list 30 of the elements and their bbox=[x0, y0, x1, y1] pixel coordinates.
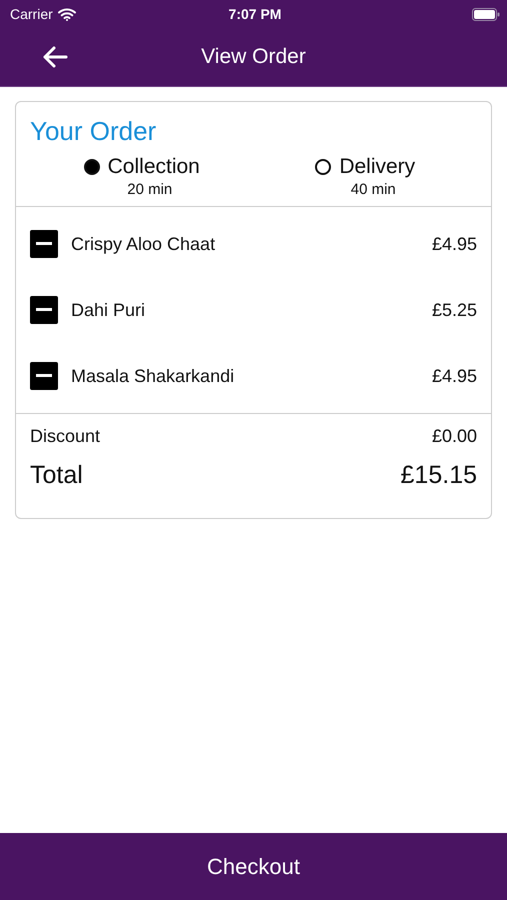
remove-button[interactable] bbox=[30, 362, 58, 390]
total-value: £15.15 bbox=[400, 461, 477, 490]
carrier-label: Carrier bbox=[10, 6, 53, 22]
discount-label: Discount bbox=[30, 426, 100, 447]
item-price: £5.25 bbox=[432, 300, 477, 320]
item-price: £4.95 bbox=[432, 234, 477, 254]
radio-option[interactable]: Collection bbox=[84, 155, 200, 179]
battery-icon bbox=[472, 8, 500, 20]
radio-button[interactable] bbox=[84, 159, 100, 175]
remove-button[interactable] bbox=[30, 230, 58, 258]
item-name: Crispy Aloo Chaat bbox=[71, 234, 216, 254]
discount-value: £0.00 bbox=[432, 426, 477, 447]
order-title: Your Order bbox=[30, 116, 158, 147]
item-price: £4.95 bbox=[432, 366, 477, 386]
item-name: Dahi Puri bbox=[71, 300, 146, 320]
wifi-icon bbox=[58, 8, 76, 20]
back-arrow-icon bbox=[42, 46, 68, 68]
time-estimate: 40 min bbox=[350, 181, 396, 198]
radio-option[interactable]: Delivery bbox=[315, 155, 416, 179]
remove-button[interactable] bbox=[30, 296, 58, 324]
minus-icon bbox=[36, 374, 52, 378]
screen-title: View Order bbox=[201, 45, 306, 69]
minus-icon bbox=[36, 308, 52, 312]
radio-button[interactable] bbox=[315, 159, 332, 175]
time-estimate: 20 min bbox=[126, 181, 172, 198]
status-time: 7:07 PM bbox=[228, 6, 282, 22]
minus-icon bbox=[36, 242, 52, 246]
item-name: Masala Shakarkandi bbox=[71, 366, 236, 386]
total-label: Total bbox=[30, 461, 83, 490]
checkout-button[interactable]: Checkout bbox=[0, 833, 507, 900]
